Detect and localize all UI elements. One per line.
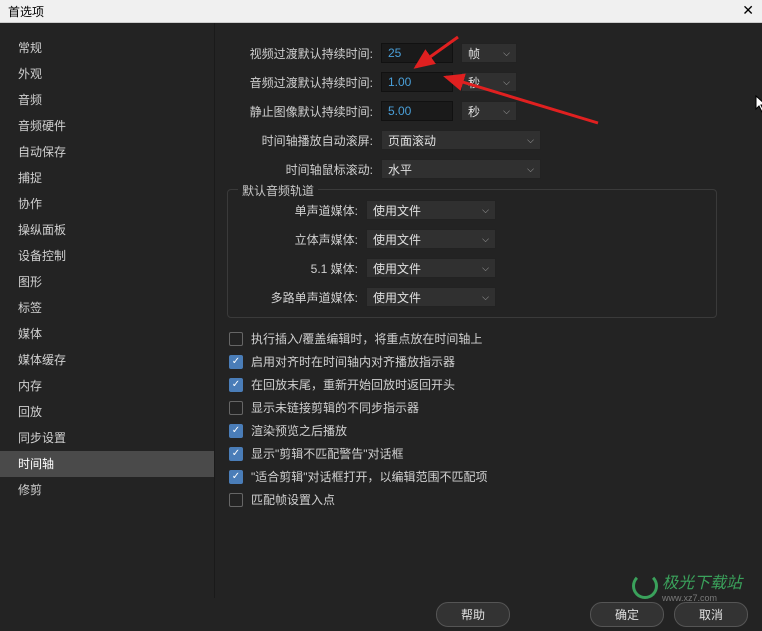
checkbox-icon[interactable]: ✓ xyxy=(229,447,243,461)
sidebar-item-labels[interactable]: 标签 xyxy=(0,295,214,321)
sidebar-item-sync[interactable]: 同步设置 xyxy=(0,425,214,451)
sidebar-item-device[interactable]: 设备控制 xyxy=(0,243,214,269)
sidebar-item-trim[interactable]: 修剪 xyxy=(0,477,214,503)
sidebar-item-graphics[interactable]: 图形 xyxy=(0,269,214,295)
scroll-label: 时间轴播放自动滚屏: xyxy=(223,132,373,149)
title-bar: 首选项 ✕ xyxy=(0,0,762,23)
stereo-dropdown[interactable]: 使用文件⌵ xyxy=(366,229,496,249)
check-unlinked-sync[interactable]: 显示未链接剪辑的不同步指示器 xyxy=(229,399,754,416)
sidebar-item-media-cache[interactable]: 媒体缓存 xyxy=(0,347,214,373)
checkbox-icon[interactable] xyxy=(229,401,243,415)
sidebar-item-general[interactable]: 常规 xyxy=(0,35,214,61)
stereo-label: 立体声媒体: xyxy=(238,231,358,248)
audio-trans-label: 音频过渡默认持续时间: xyxy=(223,74,373,91)
multi-label: 多路单声道媒体: xyxy=(238,289,358,306)
cursor-icon xyxy=(755,95,762,118)
chevron-down-icon: ⌵ xyxy=(482,234,489,245)
mouse-label: 时间轴鼠标滚动: xyxy=(223,161,373,178)
help-button[interactable]: 帮助 xyxy=(436,602,510,627)
check-play-after-render[interactable]: ✓渲染预览之后播放 xyxy=(229,422,754,439)
mouse-dropdown[interactable]: 水平⌵ xyxy=(381,159,541,179)
five1-label: 5.1 媒体: xyxy=(238,260,358,277)
checkbox-icon[interactable] xyxy=(229,493,243,507)
sidebar-item-media[interactable]: 媒体 xyxy=(0,321,214,347)
fieldset-legend: 默认音频轨道 xyxy=(238,182,318,199)
sidebar-item-memory[interactable]: 内存 xyxy=(0,373,214,399)
check-match-frame[interactable]: 匹配帧设置入点 xyxy=(229,491,754,508)
still-label: 静止图像默认持续时间: xyxy=(223,103,373,120)
checkbox-icon[interactable]: ✓ xyxy=(229,470,243,484)
scroll-dropdown[interactable]: 页面滚动⌵ xyxy=(381,130,541,150)
check-fit-clip[interactable]: ✓"适合剪辑"对话框打开，以编辑范围不匹配项 xyxy=(229,468,754,485)
sidebar-item-appearance[interactable]: 外观 xyxy=(0,61,214,87)
swirl-icon xyxy=(632,573,658,599)
mono-dropdown[interactable]: 使用文件⌵ xyxy=(366,200,496,220)
sidebar-item-capture[interactable]: 捕捉 xyxy=(0,165,214,191)
sidebar-item-autosave[interactable]: 自动保存 xyxy=(0,139,214,165)
close-icon[interactable]: ✕ xyxy=(742,2,754,19)
checkbox-icon[interactable]: ✓ xyxy=(229,378,243,392)
chevron-down-icon: ⌵ xyxy=(527,135,534,146)
chevron-down-icon: ⌵ xyxy=(482,205,489,216)
chevron-down-icon: ⌵ xyxy=(503,77,510,88)
chevron-down-icon: ⌵ xyxy=(482,292,489,303)
chevron-down-icon: ⌵ xyxy=(503,106,510,117)
checkbox-icon[interactable]: ✓ xyxy=(229,355,243,369)
chevron-down-icon: ⌵ xyxy=(527,164,534,175)
five1-dropdown[interactable]: 使用文件⌵ xyxy=(366,258,496,278)
video-trans-input[interactable] xyxy=(381,43,453,63)
check-return-start[interactable]: ✓在回放末尾，重新开始回放时返回开头 xyxy=(229,376,754,393)
watermark: 极光下载站 www.xz7.com xyxy=(632,569,742,603)
cancel-button[interactable]: 取消 xyxy=(674,602,748,627)
check-snap-indicator[interactable]: ✓启用对齐时在时间轴内对齐播放指示器 xyxy=(229,353,754,370)
sidebar: 常规 外观 音频 音频硬件 自动保存 捕捉 协作 操纵面板 设备控制 图形 标签… xyxy=(0,23,215,598)
check-focus-timeline[interactable]: 执行插入/覆盖编辑时，将重点放在时间轴上 xyxy=(229,330,754,347)
chevron-down-icon: ⌵ xyxy=(482,263,489,274)
still-input[interactable] xyxy=(381,101,453,121)
audio-trans-input[interactable] xyxy=(381,72,453,92)
chevron-down-icon: ⌵ xyxy=(503,48,510,59)
content-panel: 视频过渡默认持续时间: 帧⌵ 音频过渡默认持续时间: 秒⌵ 静止图像默认持续时间… xyxy=(215,23,762,598)
footer: 帮助 确定 取消 极光下载站 www.xz7.com xyxy=(0,598,762,631)
sidebar-item-audio[interactable]: 音频 xyxy=(0,87,214,113)
audio-trans-unit-dropdown[interactable]: 秒⌵ xyxy=(461,72,517,92)
multi-dropdown[interactable]: 使用文件⌵ xyxy=(366,287,496,307)
sidebar-item-timeline[interactable]: 时间轴 xyxy=(0,451,214,477)
mono-label: 单声道媒体: xyxy=(238,202,358,219)
still-unit-dropdown[interactable]: 秒⌵ xyxy=(461,101,517,121)
sidebar-item-collab[interactable]: 协作 xyxy=(0,191,214,217)
video-trans-label: 视频过渡默认持续时间: xyxy=(223,45,373,62)
ok-button[interactable]: 确定 xyxy=(590,602,664,627)
check-mismatch-warn[interactable]: ✓显示"剪辑不匹配警告"对话框 xyxy=(229,445,754,462)
video-trans-unit-dropdown[interactable]: 帧⌵ xyxy=(461,43,517,63)
sidebar-item-audio-hw[interactable]: 音频硬件 xyxy=(0,113,214,139)
sidebar-item-playback[interactable]: 回放 xyxy=(0,399,214,425)
checkbox-icon[interactable]: ✓ xyxy=(229,424,243,438)
window-title: 首选项 xyxy=(8,5,44,19)
checkbox-icon[interactable] xyxy=(229,332,243,346)
sidebar-item-control[interactable]: 操纵面板 xyxy=(0,217,214,243)
audio-channels-fieldset: 默认音频轨道 单声道媒体: 使用文件⌵ 立体声媒体: 使用文件⌵ 5.1 媒体:… xyxy=(227,189,717,318)
